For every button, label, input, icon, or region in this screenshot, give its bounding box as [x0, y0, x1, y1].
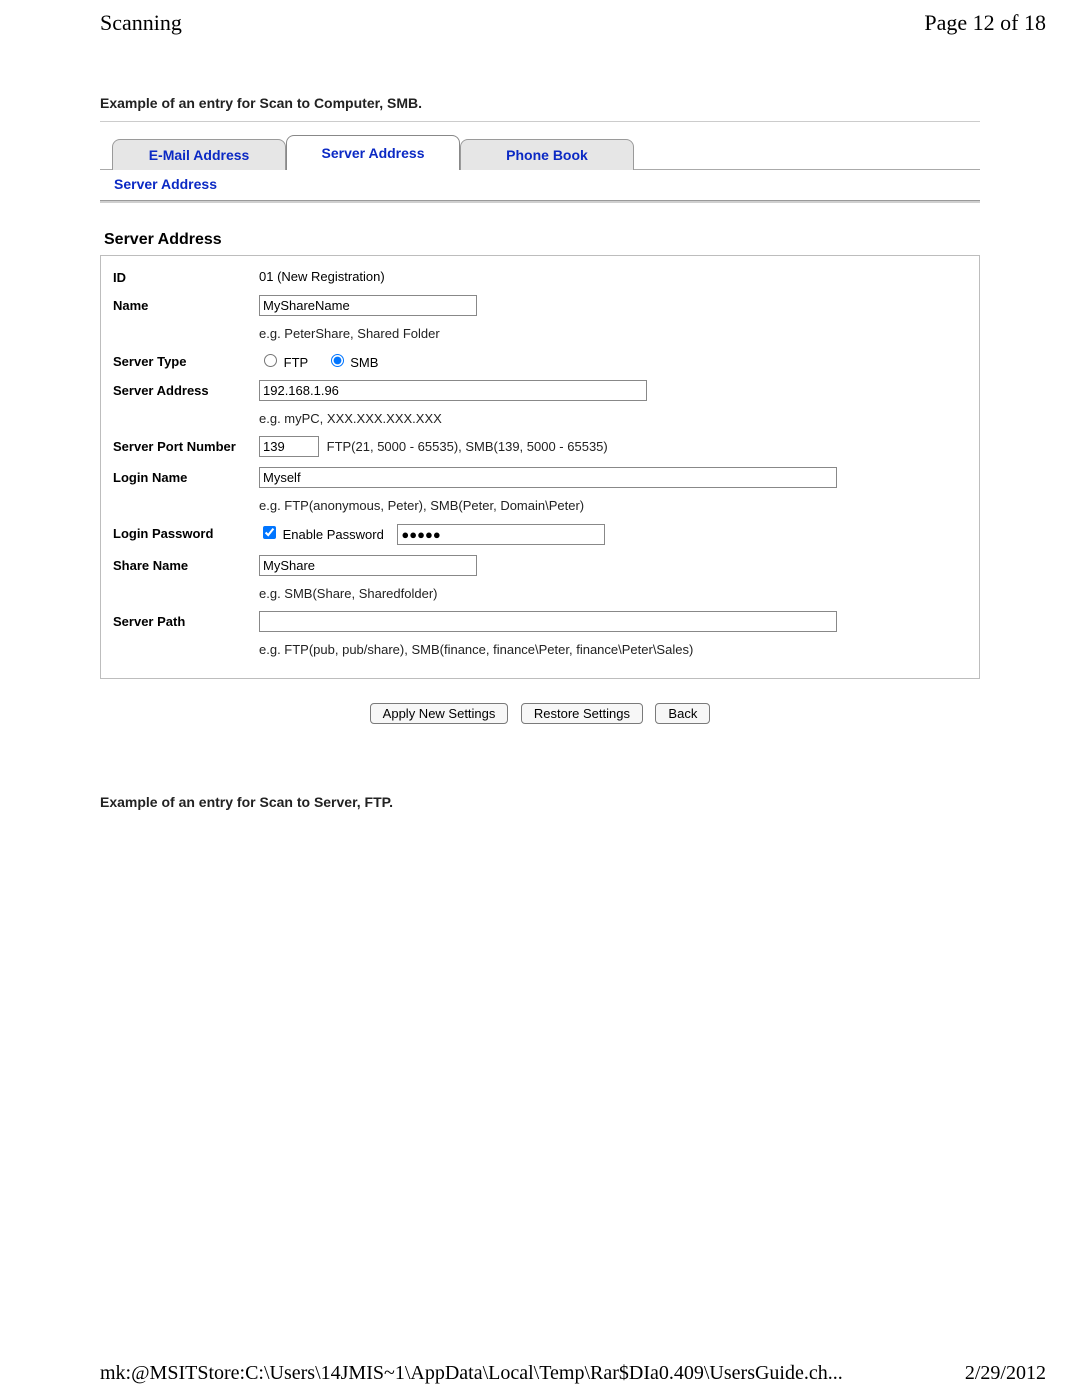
- id-value: 01 (New Registration): [255, 262, 971, 290]
- page-title: Scanning: [100, 10, 182, 36]
- server-path-input[interactable]: [259, 611, 837, 632]
- page-pagination: Page 12 of 18: [924, 10, 1046, 36]
- breadcrumb: Server Address: [100, 170, 980, 198]
- login-password-input[interactable]: [397, 524, 605, 545]
- tab-phone-book[interactable]: Phone Book: [460, 139, 634, 170]
- apply-new-settings-button[interactable]: Apply New Settings: [370, 703, 509, 724]
- server-address-hint: e.g. myPC, XXX.XXX.XXX.XXX: [255, 406, 971, 431]
- login-name-label: Login Name: [109, 462, 255, 493]
- share-name-label: Share Name: [109, 550, 255, 581]
- server-address-label: Server Address: [109, 375, 255, 406]
- enable-password-text: Enable Password: [283, 527, 384, 542]
- id-label: ID: [109, 262, 255, 290]
- server-port-hint: FTP(21, 5000 - 65535), SMB(139, 5000 - 6…: [327, 437, 608, 454]
- server-path-hint: e.g. FTP(pub, pub/share), SMB(finance, f…: [255, 637, 971, 662]
- enable-password-option[interactable]: Enable Password: [259, 527, 387, 542]
- server-type-ftp-text: FTP: [284, 355, 308, 370]
- server-path-label: Server Path: [109, 606, 255, 637]
- section-title: Server Address: [104, 231, 980, 249]
- share-name-input[interactable]: [259, 555, 477, 576]
- divider: [100, 200, 980, 203]
- restore-settings-button[interactable]: Restore Settings: [521, 703, 643, 724]
- server-port-label: Server Port Number: [109, 431, 255, 462]
- tab-row: E-Mail Address Server Address Phone Book: [112, 134, 980, 170]
- name-input[interactable]: [259, 295, 477, 316]
- button-row: Apply New Settings Restore Settings Back: [100, 703, 980, 724]
- server-address-input[interactable]: [259, 380, 647, 401]
- name-label: Name: [109, 290, 255, 321]
- server-type-label: Server Type: [109, 346, 255, 375]
- panel-frame: E-Mail Address Server Address Phone Book…: [100, 121, 980, 724]
- server-type-smb-text: SMB: [350, 355, 378, 370]
- server-address-form: ID 01 (New Registration) Name e.g. Peter…: [100, 255, 980, 679]
- tab-email-address[interactable]: E-Mail Address: [112, 139, 286, 170]
- server-type-smb-radio[interactable]: [331, 354, 344, 367]
- footer-date: 2/29/2012: [965, 1362, 1046, 1385]
- login-name-hint: e.g. FTP(anonymous, Peter), SMB(Peter, D…: [255, 493, 971, 518]
- footer-path: mk:@MSITStore:C:\Users\14JMIS~1\AppData\…: [100, 1362, 843, 1385]
- share-name-hint: e.g. SMB(Share, Sharedfolder): [255, 581, 971, 606]
- server-type-ftp-option[interactable]: FTP: [259, 355, 312, 370]
- server-port-input[interactable]: [259, 436, 319, 457]
- intro-text-bottom: Example of an entry for Scan to Server, …: [100, 794, 980, 810]
- name-hint: e.g. PeterShare, Shared Folder: [255, 321, 971, 346]
- login-name-input[interactable]: [259, 467, 837, 488]
- server-type-ftp-radio[interactable]: [264, 354, 277, 367]
- enable-password-checkbox[interactable]: [263, 526, 276, 539]
- login-password-label: Login Password: [109, 518, 255, 550]
- server-type-smb-option[interactable]: SMB: [326, 355, 379, 370]
- back-button[interactable]: Back: [655, 703, 710, 724]
- intro-text-top: Example of an entry for Scan to Computer…: [100, 95, 980, 111]
- tab-server-address[interactable]: Server Address: [286, 135, 460, 170]
